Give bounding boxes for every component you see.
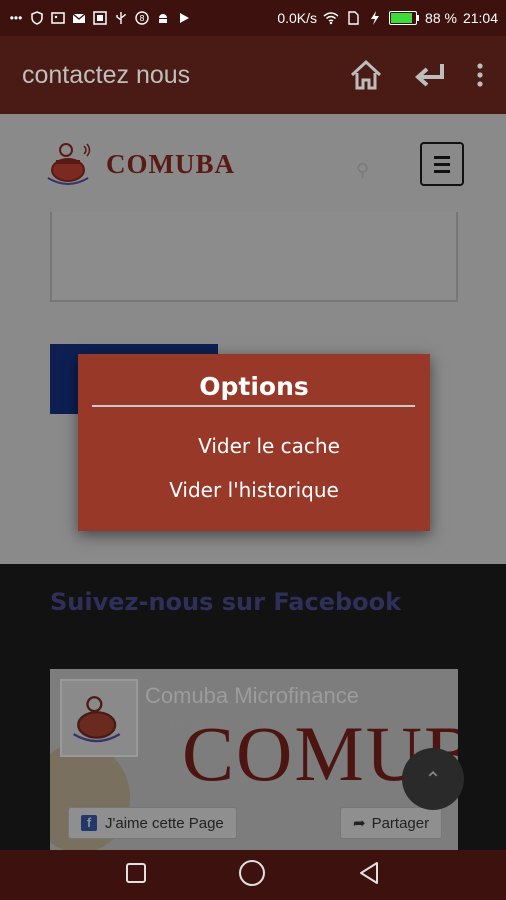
search-icon[interactable]: ⚲ xyxy=(356,160,369,181)
battery-percent: 88 % xyxy=(425,10,457,26)
message-textarea[interactable] xyxy=(50,212,458,302)
svg-text:8: 8 xyxy=(139,14,144,23)
fb-page-avatar[interactable] xyxy=(60,679,138,757)
hamburger-line xyxy=(434,155,450,159)
fb-likes-count: 25 mentions J'aime xyxy=(145,715,274,732)
back-arrow-icon[interactable] xyxy=(412,60,448,90)
hamburger-line xyxy=(434,169,450,173)
logo-pot-icon xyxy=(47,143,91,185)
android-icon xyxy=(155,11,171,25)
hamburger-line xyxy=(434,162,450,166)
screenshot-icon xyxy=(92,11,108,25)
chevron-up-icon: ⌃ xyxy=(424,768,442,791)
more-vert-icon[interactable] xyxy=(476,62,484,88)
share-icon: ➦ xyxy=(353,815,366,832)
fb-like-label: J'aime cette Page xyxy=(105,814,224,832)
facebook-page-widget[interactable]: COMUB Comuba Microfinance 25 mentions J'… xyxy=(50,669,458,850)
sim-icon xyxy=(345,11,361,25)
options-dialog: Options Vider le cache Vider l'historiqu… xyxy=(78,354,430,531)
scroll-to-top-button[interactable]: ⌃ xyxy=(402,748,464,810)
more-icon: ••• xyxy=(9,11,23,25)
clear-history-option[interactable]: Vider l'historique xyxy=(78,478,430,502)
home-nav-icon[interactable] xyxy=(237,858,267,893)
usb-icon xyxy=(113,11,129,25)
status-system-icons: 0.0K/s 88 % 21:04 xyxy=(277,10,498,26)
image-icon xyxy=(50,11,66,25)
network-speed: 0.0K/s xyxy=(277,10,318,26)
navigation-bar xyxy=(0,850,506,900)
shield-icon xyxy=(29,11,45,25)
status-bar: ••• 8 0.0K/s 88 % 21:04 xyxy=(0,0,506,36)
fb-like-button[interactable]: f J'aime cette Page xyxy=(68,807,237,839)
app-bar: contactez nous xyxy=(0,36,506,114)
mail-icon xyxy=(71,11,87,25)
battery-icon xyxy=(389,11,420,25)
fb-share-button[interactable]: ➦ Partager xyxy=(340,807,443,839)
play-icon xyxy=(176,11,192,25)
recents-icon[interactable] xyxy=(124,861,148,890)
home-icon[interactable] xyxy=(348,57,384,93)
dialog-divider xyxy=(92,405,415,407)
logo-text: COMUBA xyxy=(106,148,235,179)
app-bar-title: contactez nous xyxy=(22,60,191,89)
fb-share-label: Partager xyxy=(371,814,430,832)
app-bar-actions xyxy=(348,57,484,93)
back-nav-icon[interactable] xyxy=(356,860,382,891)
clear-cache-option[interactable]: Vider le cache xyxy=(78,434,430,458)
app-icon: 8 xyxy=(134,11,150,25)
status-notification-icons: ••• 8 xyxy=(8,11,192,25)
clock: 21:04 xyxy=(462,10,498,26)
site-logo[interactable]: COMUBA xyxy=(44,138,235,190)
logo-pot-icon xyxy=(73,696,121,743)
facebook-icon: f xyxy=(81,815,97,831)
fb-page-name[interactable]: Comuba Microfinance xyxy=(145,683,359,709)
dialog-title: Options xyxy=(199,372,309,401)
menu-button[interactable] xyxy=(420,142,464,186)
wifi-icon xyxy=(323,11,339,25)
charging-icon xyxy=(367,11,383,25)
facebook-heading: Suivez-nous sur Facebook xyxy=(50,588,402,616)
